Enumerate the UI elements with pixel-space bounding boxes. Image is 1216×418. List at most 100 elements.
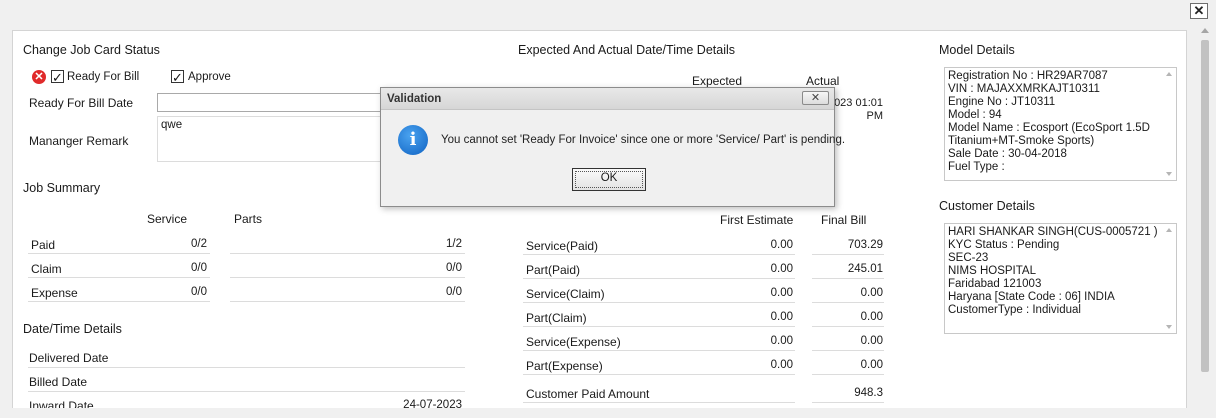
scroll-down-icon[interactable]: [1166, 172, 1172, 176]
info-icon: i: [398, 125, 428, 155]
divider: [28, 301, 210, 302]
job-summary-row-label: Claim: [31, 262, 62, 276]
divider: [523, 278, 795, 279]
customer-detail-line: Faridabad 121003: [948, 278, 1042, 290]
customer-detail-line: CustomerType : Individual: [948, 304, 1081, 316]
divider: [812, 402, 884, 403]
divider: [523, 350, 795, 351]
checkmark-icon: ✓: [52, 70, 63, 85]
scroll-up-icon[interactable]: [1166, 72, 1172, 76]
divider: [812, 254, 884, 255]
final-bill-column-header: Final Bill: [821, 213, 867, 227]
customer-detail-line: HARI SHANKAR SINGH(CUS-0005721 ): [948, 226, 1158, 238]
divider: [523, 402, 795, 403]
actual-column-header: Actual: [806, 74, 840, 88]
ok-button-label: OK: [600, 172, 618, 184]
first-estimate-value: 0.00: [770, 263, 793, 275]
divider: [230, 301, 465, 302]
actual-value-date: 023 01:01: [834, 97, 883, 109]
divider: [523, 254, 795, 255]
divider: [812, 326, 884, 327]
job-summary-parts-value: 1/2: [446, 238, 462, 250]
listbox-scrollbar[interactable]: [1164, 226, 1174, 331]
final-bill-value: 245.01: [847, 263, 883, 275]
model-detail-line: Registration No : HR29AR7087: [948, 70, 1108, 82]
divider: [812, 278, 884, 279]
divider: [28, 367, 465, 368]
customer-details-title: Customer Details: [939, 199, 1035, 213]
customer-detail-line: NIMS HOSPITAL: [948, 265, 1036, 277]
dialog-message: You cannot set 'Ready For Invoice' since…: [441, 134, 846, 146]
model-detail-line: Sale Date : 30-04-2018: [948, 148, 1067, 160]
first-estimate-value: 0.00: [770, 311, 793, 323]
estimate-row-label: Service(Paid): [526, 239, 599, 253]
billed-date-label: Billed Date: [29, 375, 88, 389]
ok-button[interactable]: OK: [572, 168, 646, 191]
divider: [812, 374, 884, 375]
approve-label: Approve: [188, 71, 231, 83]
customer-paid-amount-label: Customer Paid Amount: [526, 387, 650, 401]
inward-date-label: Inward Date: [29, 399, 94, 408]
delivered-date-label: Delivered Date: [29, 351, 109, 365]
job-summary-parts-value: 0/0: [446, 286, 462, 298]
model-details-title: Model Details: [939, 43, 1015, 57]
job-summary-service-value: 0/2: [191, 238, 207, 250]
job-summary-service-value: 0/0: [191, 286, 207, 298]
job-summary-title: Job Summary: [23, 181, 101, 195]
job-summary-row-label: Paid: [31, 238, 56, 252]
vertical-scrollbar[interactable]: [1198, 22, 1212, 418]
model-detail-line: Model : 94: [948, 109, 1002, 121]
customer-details-listbox[interactable]: HARI SHANKAR SINGH(CUS-0005721 ) KYC Sta…: [944, 223, 1177, 334]
listbox-scrollbar[interactable]: [1164, 70, 1174, 178]
customer-paid-amount-value: 948.3: [854, 387, 883, 399]
estimate-row-label: Part(Expense): [526, 359, 603, 373]
divider: [523, 374, 795, 375]
job-summary-parts-value: 0/0: [446, 262, 462, 274]
ready-for-bill-date-label: Ready For Bill Date: [29, 96, 134, 110]
final-bill-value: 0.00: [860, 359, 883, 371]
first-estimate-value: 0.00: [770, 287, 793, 299]
final-bill-value: 0.00: [860, 311, 883, 323]
checkmark-icon: ✓: [172, 70, 183, 85]
scroll-up-icon[interactable]: [1201, 28, 1209, 33]
dialog-title: Validation: [387, 93, 442, 105]
dialog-close-button[interactable]: ✕: [802, 91, 829, 105]
divider: [28, 391, 465, 392]
scroll-thumb[interactable]: [1201, 40, 1209, 372]
customer-detail-line: SEC-23: [948, 252, 989, 264]
job-summary-row-label: Expense: [31, 286, 78, 300]
horizontal-scrollbar[interactable]: [0, 408, 1198, 418]
final-bill-value: 0.00: [860, 287, 883, 299]
manager-remark-textarea[interactable]: qwe: [157, 116, 382, 162]
divider: [812, 302, 884, 303]
divider: [28, 253, 210, 254]
first-estimate-value: 0.00: [770, 239, 793, 251]
first-estimate-column-header: First Estimate: [720, 213, 794, 227]
validation-dialog: Validation ✕ i You cannot set 'Ready For…: [380, 87, 845, 207]
actual-value-time: PM: [866, 110, 884, 122]
dialog-title-bar[interactable]: Validation: [381, 88, 834, 110]
approve-checkbox[interactable]: ✓: [171, 70, 184, 85]
divider: [523, 326, 795, 327]
first-estimate-value: 0.00: [770, 335, 793, 347]
model-details-listbox[interactable]: Registration No : HR29AR7087 VIN : MAJAX…: [944, 67, 1177, 181]
final-bill-value: 703.29: [847, 239, 883, 251]
divider: [230, 277, 465, 278]
divider: [812, 350, 884, 351]
model-detail-line: Titanium+MT-Smoke Sports): [948, 135, 1095, 147]
expected-actual-title: Expected And Actual Date/Time Details: [518, 43, 736, 57]
ready-for-bill-label: Ready For Bill: [67, 71, 140, 83]
final-bill-value: 0.00: [860, 335, 883, 347]
window-close-button[interactable]: ✕: [1190, 3, 1208, 19]
parts-column-header: Parts: [234, 212, 263, 226]
ready-for-bill-checkbox[interactable]: ✓: [51, 70, 64, 85]
estimate-row-label: Part(Claim): [526, 311, 587, 325]
scroll-up-icon[interactable]: [1166, 228, 1172, 232]
estimate-row-label: Part(Paid): [526, 263, 581, 277]
model-detail-line: VIN : MAJAXXMRKAJT10311: [948, 83, 1100, 95]
scroll-down-icon[interactable]: [1166, 325, 1172, 329]
divider: [523, 302, 795, 303]
customer-detail-line: Haryana [State Code : 06] INDIA: [948, 291, 1115, 303]
ready-for-bill-date-input[interactable]: [157, 93, 382, 112]
first-estimate-value: 0.00: [770, 359, 793, 371]
